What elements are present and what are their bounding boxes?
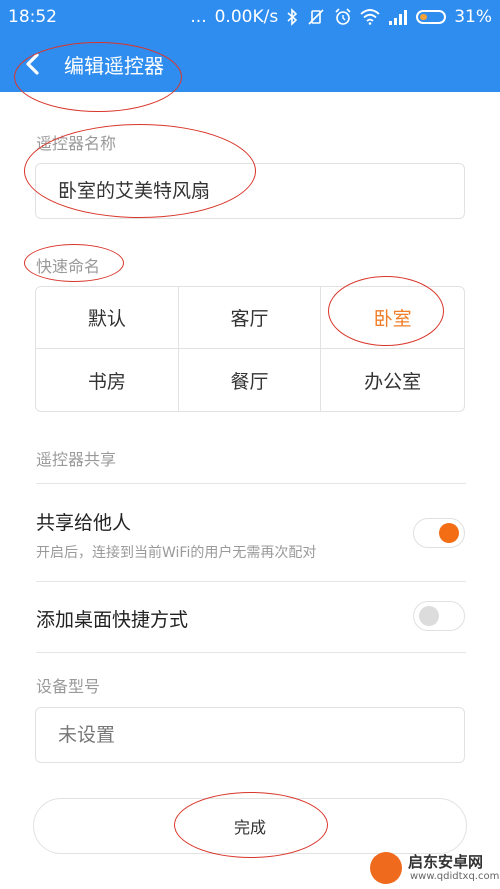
- status-icons: ... 0.00K/s 31%: [190, 7, 492, 27]
- share-title: 共享给他人: [36, 512, 132, 534]
- divider: [36, 483, 466, 484]
- share-description: 开启后，连接到当前WiFi的用户无需再次配对: [36, 545, 317, 561]
- net-speed: 0.00K/s: [214, 7, 279, 27]
- wifi-icon: [360, 9, 380, 25]
- share-section-label: 遥控器共享: [36, 450, 117, 469]
- watermark-logo-icon: [370, 852, 402, 884]
- quick-name-option-default[interactable]: 默认: [36, 287, 179, 349]
- quick-name-option-office[interactable]: 办公室: [321, 349, 464, 411]
- toggle-knob: [439, 523, 459, 543]
- quick-name-option-dining-room[interactable]: 餐厅: [179, 349, 322, 411]
- vibrate-off-icon: [308, 9, 324, 25]
- divider: [36, 581, 466, 582]
- quick-name-option-study[interactable]: 书房: [36, 349, 179, 411]
- divider: [36, 652, 466, 653]
- quick-name-grid: 默认 客厅 卧室 书房 餐厅 办公室: [35, 286, 465, 412]
- shortcut-toggle[interactable]: [413, 601, 465, 631]
- device-model-input[interactable]: 未设置: [35, 707, 465, 763]
- quick-name-option-bedroom[interactable]: 卧室: [321, 287, 464, 349]
- site-watermark: 启东安卓网 www.qdidtxq.com: [370, 848, 500, 888]
- quick-name-option-living-room[interactable]: 客厅: [178, 287, 322, 349]
- shortcut-title: 添加桌面快捷方式: [36, 609, 189, 631]
- done-button[interactable]: 完成: [33, 798, 467, 854]
- watermark-url: www.qdidtxq.com: [410, 871, 500, 882]
- remote-name-input[interactable]: 卧室的艾美特风扇: [35, 163, 465, 219]
- app-toolbar: 编辑遥控器: [0, 36, 500, 92]
- watermark-name: 启东安卓网: [408, 853, 484, 871]
- bluetooth-icon: [287, 8, 298, 26]
- page-title: 编辑遥控器: [64, 54, 164, 78]
- device-model-label: 设备型号: [36, 677, 101, 696]
- alarm-icon: [335, 8, 351, 25]
- status-time: 18:52: [8, 7, 57, 27]
- battery-icon: [416, 10, 447, 24]
- more-dots: ...: [190, 7, 207, 27]
- battery-percent: 31%: [454, 7, 492, 27]
- signal-icon: [389, 10, 408, 25]
- back-arrow-icon[interactable]: [20, 50, 46, 78]
- status-bar: 18:52 ... 0.00K/s 31%: [0, 0, 500, 36]
- share-toggle[interactable]: [413, 518, 465, 548]
- quick-name-label: 快速命名: [36, 257, 101, 276]
- remote-name-label: 遥控器名称: [36, 134, 117, 153]
- toggle-knob: [419, 606, 439, 626]
